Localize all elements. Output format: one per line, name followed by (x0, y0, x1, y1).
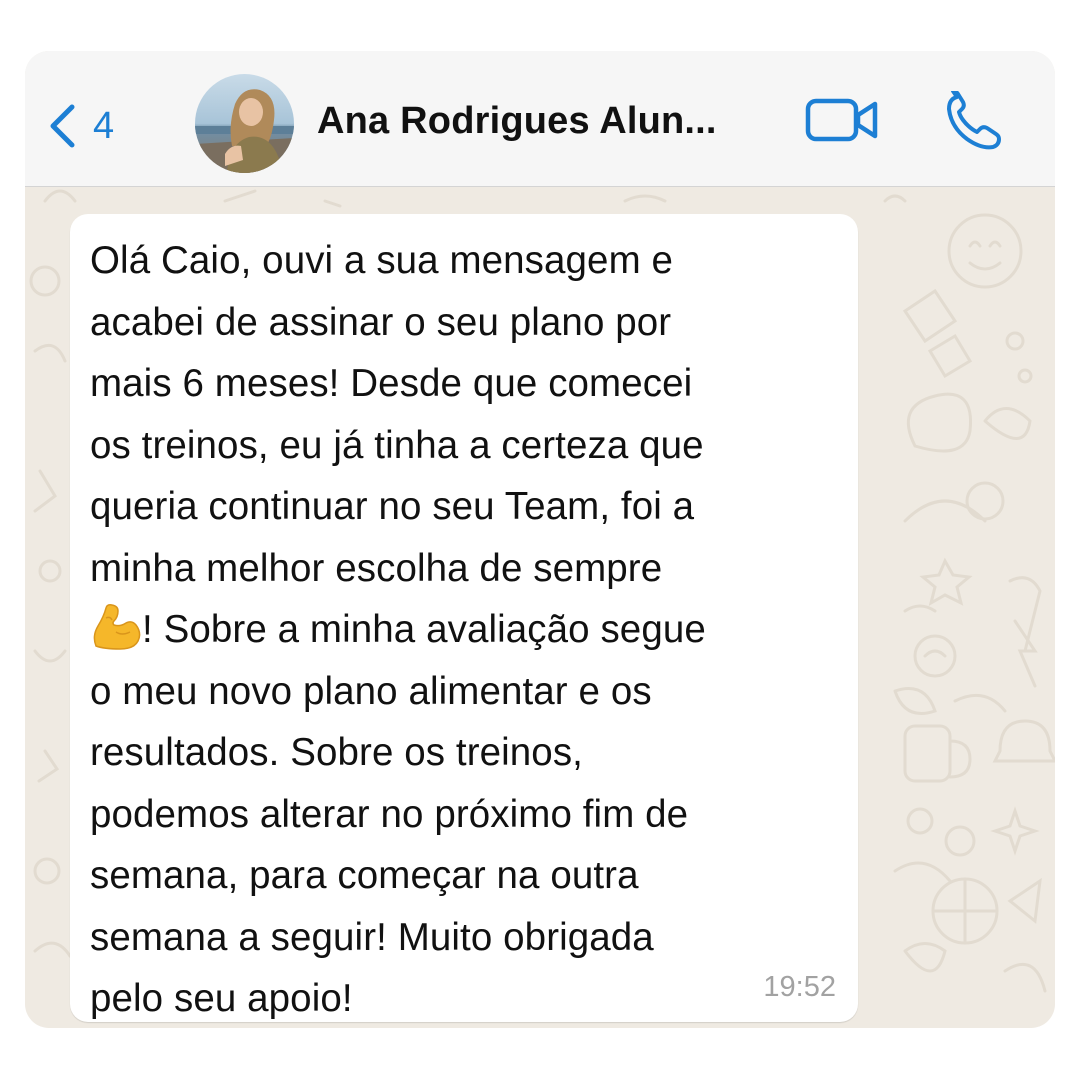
contact-name[interactable]: Ana Rodrigues Alun... (317, 100, 717, 143)
message-timestamp: 19:52 (763, 971, 836, 1003)
message-line: mais 6 meses! Desde que comecei (90, 362, 693, 405)
message-line: minha melhor escolha de sempre (90, 546, 663, 590)
message-line: podemos alterar no próximo fim de (90, 792, 689, 836)
voice-call-button[interactable] (943, 89, 1003, 156)
chevron-left-icon (50, 104, 75, 148)
phone-icon (947, 89, 1001, 150)
message-line-with-emoji: ! Sobre a minha avaliação segue (90, 599, 850, 661)
incoming-message-bubble[interactable]: Olá Caio, ouvi a sua mensagem e acabei d… (70, 214, 858, 1022)
message-line-text: ! Sobre a minha avaliação segue (142, 608, 706, 651)
message-line: o meu novo plano alimentar e os (90, 669, 652, 713)
message-line: os treinos, eu já tinha a certeza que (90, 423, 704, 467)
chat-window: 4 Ana Rodrigues Alun... Olá Caio, ouvi a… (25, 51, 1055, 1028)
message-line: pelo seu apoio! (90, 977, 353, 1020)
contact-avatar[interactable] (195, 74, 294, 173)
chat-header: 4 Ana Rodrigues Alun... (25, 51, 1055, 187)
message-line: resultados. Sobre os treinos, (90, 731, 583, 774)
message-line: semana a seguir! Muito obrigada (90, 915, 654, 959)
message-line: acabei de assinar o seu plano por (90, 300, 672, 344)
flexed-biceps-emoji (93, 604, 141, 650)
video-camera-icon (805, 98, 878, 142)
message-line: semana, para começar na outra (90, 854, 639, 897)
unread-count: 4 (93, 105, 115, 147)
message-line: queria continuar no seu Team, foi a (90, 485, 695, 528)
video-call-button[interactable] (805, 95, 881, 150)
back-button[interactable]: 4 (45, 103, 114, 149)
message-text: Olá Caio, ouvi a sua mensagem e acabei d… (90, 230, 850, 1028)
message-line: Olá Caio, ouvi a sua mensagem e (90, 239, 674, 282)
